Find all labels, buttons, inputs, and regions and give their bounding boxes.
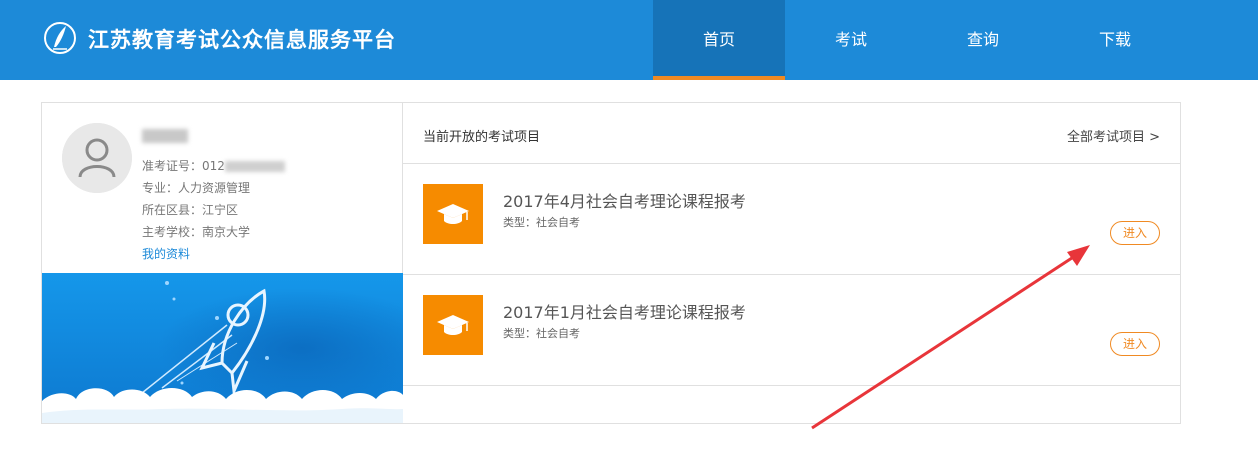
profile-district: 所在区县：江宁区	[142, 203, 239, 217]
main-panel: 准考证号：012 专业：人力资源管理 所在区县：江宁区 主考学校：南京大学 我的…	[41, 102, 1181, 424]
ticket-number-label: 准考证号：012	[142, 159, 225, 173]
all-exams-link[interactable]: 全部考试项目 >	[1067, 126, 1160, 145]
exam-item: 2017年4月社会自考理论课程报考 类型：社会自考 进入	[403, 164, 1180, 275]
graduation-cap-icon	[423, 295, 483, 355]
exam-type: 类型：社会自考	[503, 216, 580, 229]
site-logo-icon[interactable]	[42, 20, 78, 56]
exam-type: 类型：社会自考	[503, 327, 580, 340]
nav-query[interactable]: 查询	[917, 0, 1049, 80]
exam-name[interactable]: 2017年1月社会自考理论课程报考	[503, 299, 746, 323]
user-avatar-icon	[62, 123, 132, 193]
profile-name-blurred	[142, 129, 188, 143]
graduation-cap-icon	[423, 184, 483, 244]
ticket-number-blurred	[224, 161, 285, 172]
exam-list-title: 当前开放的考试项目	[423, 130, 541, 145]
exam-item: 2017年1月社会自考理论课程报考 类型：社会自考 进入	[403, 275, 1180, 386]
nav-exam[interactable]: 考试	[785, 0, 917, 80]
enter-button[interactable]: 进入	[1110, 332, 1160, 356]
enter-button[interactable]: 进入	[1110, 221, 1160, 245]
exam-list: 当前开放的考试项目 全部考试项目 > 2017年4月社会自考理论课程报考 类型：…	[403, 103, 1180, 423]
my-profile-link[interactable]: 我的资料	[142, 245, 190, 262]
site-title[interactable]: 江苏教育考试公众信息服务平台	[88, 24, 396, 54]
profile-school: 主考学校：南京大学	[142, 225, 251, 239]
profile-major: 专业：人力资源管理	[142, 181, 251, 195]
nav-download[interactable]: 下载	[1049, 0, 1181, 80]
profile-card: 准考证号：012 专业：人力资源管理 所在区县：江宁区 主考学校：南京大学 我的…	[42, 103, 403, 423]
nav-home[interactable]: 首页	[653, 0, 785, 80]
exam-name[interactable]: 2017年4月社会自考理论课程报考	[503, 188, 746, 212]
top-header: 江苏教育考试公众信息服务平台 首页 考试 查询 下载	[0, 0, 1258, 80]
ticket-number: 准考证号：012	[142, 157, 285, 174]
rocket-banner-image	[42, 273, 403, 423]
exam-list-header: 当前开放的考试项目 全部考试项目 >	[403, 103, 1180, 164]
